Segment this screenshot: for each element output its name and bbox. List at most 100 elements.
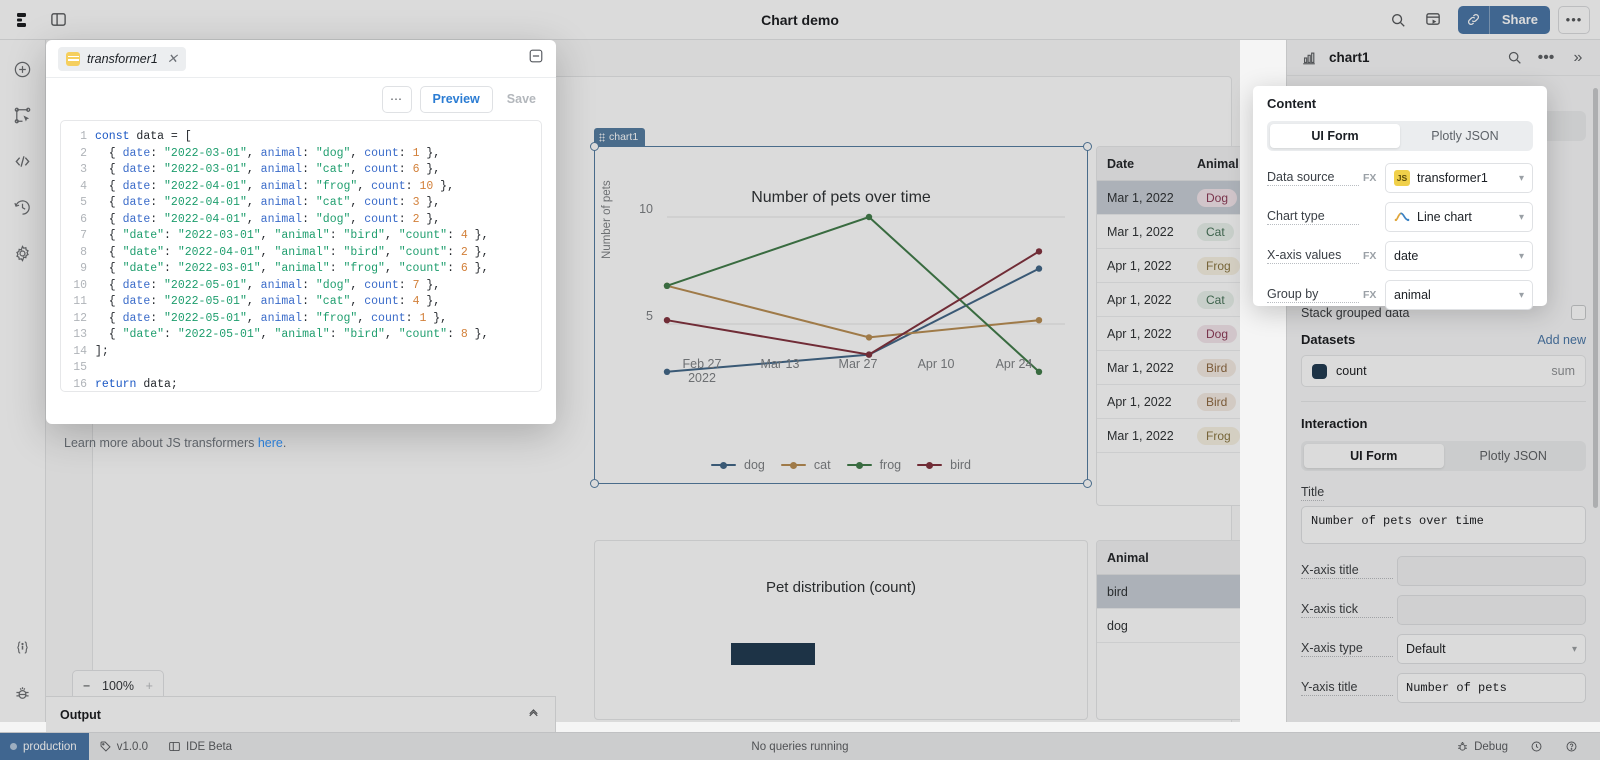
chart-type-select[interactable]: Line chart ▾	[1385, 202, 1533, 232]
title-field-label: Title	[1301, 485, 1325, 501]
legend-item-frog[interactable]: frog	[846, 458, 901, 472]
cell-animal: dog	[1107, 618, 1128, 633]
y-axis-title-input[interactable]: Number of pets	[1397, 673, 1586, 703]
animal-table-row[interactable]: bird	[1097, 575, 1240, 609]
minimize-icon[interactable]	[528, 48, 544, 69]
inspector-collapse-icon[interactable]: »	[1566, 46, 1590, 70]
ide-mode-item[interactable]: IDE Beta	[158, 740, 242, 753]
x-axis-title-input[interactable]	[1397, 556, 1586, 586]
zoom-out-button[interactable]: −	[83, 679, 90, 693]
environment-chip[interactable]: production	[0, 732, 89, 760]
title-field-input[interactable]: Number of pets over time	[1301, 506, 1586, 544]
column-header-date[interactable]: Date	[1097, 157, 1189, 171]
chart-widget[interactable]: chart1 Number of pets over time Number o…	[590, 128, 1092, 488]
output-collapse-icon[interactable]	[526, 705, 541, 725]
table-row[interactable]: Apr 1, 2022 Frog	[1097, 249, 1240, 283]
table-row[interactable]: Mar 1, 2022 Bird	[1097, 351, 1240, 385]
animal-table-row[interactable]: dog	[1097, 609, 1240, 643]
x-axis-values-fx-toggle[interactable]: FX	[1363, 250, 1385, 262]
x-axis-tick-label: X-axis tick	[1301, 602, 1393, 618]
x-axis-type-row: X-axis type Default ▾	[1301, 634, 1586, 664]
zoom-in-button[interactable]: +	[146, 679, 153, 693]
legend-item-cat[interactable]: cat	[780, 458, 831, 472]
data-source-select[interactable]: JS transformer1 ▾	[1385, 163, 1533, 193]
bug-icon[interactable]	[8, 678, 38, 708]
resize-handle-top-right[interactable]	[1083, 142, 1092, 151]
datasets-header: Datasets Add new	[1301, 332, 1586, 347]
data-table-widget[interactable]: Date Animal Mar 1, 2022 Dog Mar 1, 2022 Cat…	[1096, 146, 1240, 506]
interaction-tab-plotly-json[interactable]: Plotly JSON	[1444, 444, 1584, 468]
node-select-icon[interactable]	[8, 100, 38, 130]
y-axis-title-label: Y-axis title	[1301, 680, 1393, 696]
dataset-item-count[interactable]: count sum	[1301, 355, 1586, 387]
code-icon[interactable]	[8, 146, 38, 176]
inspector-scrollbar[interactable]	[1593, 88, 1598, 508]
resize-handle-bottom-left[interactable]	[590, 479, 599, 488]
code-editor[interactable]: 1 2 3 4 5 6 7 8 9 10 11 12 13 14 15 16 const data = [ {…	[60, 120, 542, 392]
app-logo[interactable]	[8, 4, 40, 36]
data-source-fx-toggle[interactable]: FX	[1363, 172, 1385, 184]
drag-grip-icon[interactable]	[599, 132, 605, 142]
resize-handle-top-left[interactable]	[590, 142, 599, 151]
chart-widget-tag[interactable]: chart1	[594, 128, 646, 146]
layout-panel-icon[interactable]	[42, 4, 74, 36]
animal-badge: Bird	[1197, 392, 1237, 411]
datasets-add-new-button[interactable]: Add new	[1537, 333, 1586, 347]
table-row[interactable]: Mar 1, 2022 Dog	[1097, 181, 1240, 215]
tab-plotly-json[interactable]: Plotly JSON	[1400, 124, 1530, 148]
transformer-footer-link[interactable]: here	[258, 436, 283, 450]
column-header-animal-2[interactable]: Animal	[1097, 551, 1197, 565]
group-by-select[interactable]: animal ▾	[1385, 280, 1533, 310]
cell-date: Apr 1, 2022	[1107, 326, 1172, 341]
resize-handle-bottom-right[interactable]	[1083, 479, 1092, 488]
history-status-icon[interactable]	[1520, 740, 1553, 753]
gear-icon[interactable]	[8, 238, 38, 268]
x-axis-type-label: X-axis type	[1301, 641, 1393, 657]
transformer-tab[interactable]: transformer1 ✕	[58, 46, 186, 71]
close-icon[interactable]: ✕	[167, 51, 178, 67]
more-horizontal-icon[interactable]: •••	[1558, 5, 1590, 34]
table-row[interactable]: Apr 1, 2022 Cat	[1097, 283, 1240, 317]
history-icon[interactable]	[8, 192, 38, 222]
search-icon[interactable]	[1382, 4, 1414, 36]
stack-grouped-checkbox[interactable]	[1571, 305, 1586, 320]
x-axis-tick-input[interactable]	[1397, 595, 1586, 625]
preview-icon[interactable]	[1418, 4, 1450, 36]
dataset-color-swatch[interactable]	[1312, 363, 1327, 379]
preview-button[interactable]: Preview	[419, 85, 493, 113]
plus-circle-icon[interactable]	[8, 54, 38, 84]
group-by-fx-toggle[interactable]: FX	[1363, 289, 1385, 301]
x-axis-type-select[interactable]: Default ▾	[1397, 634, 1586, 664]
column-header-animal[interactable]: Animal	[1189, 157, 1240, 171]
table-row[interactable]: Mar 1, 2022 Cat	[1097, 215, 1240, 249]
legend-item-dog[interactable]: dog	[711, 458, 765, 472]
table-row[interactable]: Apr 1, 2022 Dog	[1097, 317, 1240, 351]
inspector-header: chart1 ••• »	[1287, 40, 1600, 76]
code-line: { date: "2022-03-01", animal: "dog", cou…	[95, 146, 441, 160]
interaction-tab-ui-form[interactable]: UI Form	[1304, 444, 1444, 468]
link-icon[interactable]	[1457, 5, 1490, 34]
pet-distribution-widget[interactable]: Pet distribution (count)	[594, 540, 1088, 720]
code-lines[interactable]: const data = [ { date: "2022-03-01", ani…	[95, 129, 541, 391]
point-dog-2	[1035, 265, 1043, 272]
version-item[interactable]: v1.0.0	[89, 740, 158, 753]
interaction-tabs: UI Form Plotly JSON	[1301, 441, 1586, 471]
x-axis-values-select[interactable]: date ▾	[1385, 241, 1533, 271]
transformer-more-icon[interactable]: ⋯	[381, 85, 412, 113]
debug-item[interactable]: Debug	[1446, 740, 1518, 753]
share-button[interactable]: Share	[1489, 5, 1550, 34]
animal-table-widget[interactable]: Animal bird dog	[1096, 540, 1240, 720]
save-button[interactable]: Save	[501, 92, 542, 106]
table-row[interactable]: Apr 1, 2022 Bird	[1097, 385, 1240, 419]
tab-ui-form[interactable]: UI Form	[1270, 124, 1400, 148]
legend-item-bird[interactable]: bird	[917, 458, 971, 472]
table-body: Mar 1, 2022 Dog Mar 1, 2022 Cat Apr 1, 2022 F…	[1097, 181, 1240, 453]
table-header-row: Date Animal	[1097, 147, 1240, 181]
inspector-more-icon[interactable]: •••	[1534, 46, 1558, 70]
legend-dot	[855, 461, 863, 469]
help-status-icon[interactable]	[1555, 740, 1588, 753]
table-row[interactable]: Mar 1, 2022 Frog	[1097, 419, 1240, 453]
inspector-search-icon[interactable]	[1502, 46, 1526, 70]
cell-date: Mar 1, 2022	[1107, 224, 1174, 239]
braces-icon[interactable]	[8, 632, 38, 662]
